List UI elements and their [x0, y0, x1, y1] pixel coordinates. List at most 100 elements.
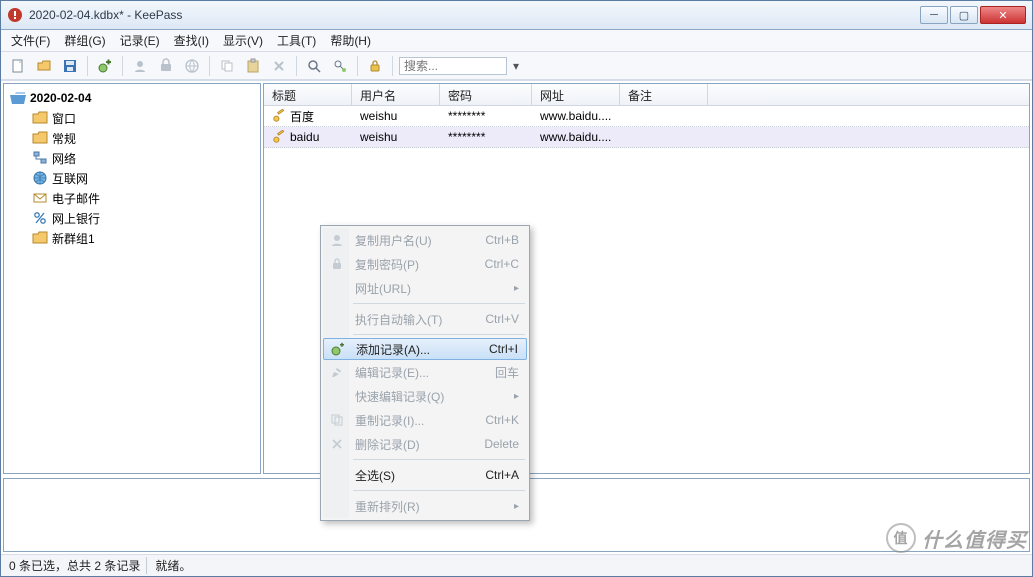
search-dropdown-icon[interactable]: ▾	[507, 59, 525, 73]
duplicate-icon	[329, 412, 345, 428]
ctx-duplicate[interactable]: 重制记录(I)... Ctrl+K	[323, 408, 527, 432]
ctx-separator	[353, 459, 525, 460]
status-selection: 0 条已选，总共 2 条记录	[9, 557, 140, 574]
minimize-button[interactable]: ─	[920, 6, 948, 24]
ctx-label: 删除记录(D)	[355, 436, 420, 453]
cell-url: www.baidu....	[532, 109, 620, 123]
folder-icon	[32, 231, 48, 245]
ctx-label: 全选(S)	[355, 467, 395, 484]
ctx-edit-entry[interactable]: 编辑记录(E)... 回车	[323, 360, 527, 384]
menu-entry[interactable]: 记录(E)	[120, 32, 160, 49]
menu-find[interactable]: 查找(I)	[174, 32, 209, 49]
list-row[interactable]: 百度 weishu ******** www.baidu....	[264, 106, 1029, 127]
email-icon	[32, 190, 48, 206]
tree-item-label: 互联网	[52, 170, 88, 187]
copy-button[interactable]	[216, 55, 238, 77]
find-entry-button[interactable]	[329, 55, 351, 77]
chevron-right-icon: ▸	[514, 283, 519, 294]
lock-icon	[329, 256, 345, 272]
globe-icon	[32, 170, 48, 186]
ctx-label: 编辑记录(E)...	[355, 364, 429, 381]
tree-root-label: 2020-02-04	[30, 91, 91, 105]
ctx-url-submenu[interactable]: 网址(URL) ▸	[323, 276, 527, 300]
menu-file[interactable]: 文件(F)	[11, 32, 50, 49]
save-button[interactable]	[59, 55, 81, 77]
add-entry-icon	[330, 341, 346, 357]
ctx-reorder-submenu[interactable]: 重新排列(R) ▸	[323, 494, 527, 518]
close-button[interactable]: ✕	[980, 6, 1026, 24]
tree-item-label: 电子邮件	[52, 190, 100, 207]
menu-tools[interactable]: 工具(T)	[277, 32, 316, 49]
ctx-autotype[interactable]: 执行自动输入(T) Ctrl+V	[323, 307, 527, 331]
ctx-select-all[interactable]: 全选(S) Ctrl+A	[323, 463, 527, 487]
ctx-shortcut: Ctrl+A	[485, 468, 519, 482]
ctx-separator	[353, 303, 525, 304]
toolbar-separator	[357, 56, 358, 76]
tree-root[interactable]: 2020-02-04	[4, 88, 260, 108]
ctx-label: 添加记录(A)...	[356, 341, 430, 358]
ctx-delete[interactable]: 删除记录(D) Delete	[323, 432, 527, 456]
col-url[interactable]: 网址	[532, 84, 620, 105]
search-input[interactable]	[399, 57, 507, 75]
col-notes[interactable]: 备注	[620, 84, 708, 105]
cell-url: www.baidu....	[532, 130, 620, 144]
col-user[interactable]: 用户名	[352, 84, 440, 105]
toolbar: ▾	[1, 52, 1032, 80]
list-header: 标题 用户名 密码 网址 备注	[264, 84, 1029, 106]
open-url-button[interactable]	[181, 55, 203, 77]
tree-item-window[interactable]: 窗口	[4, 108, 260, 128]
ctx-quickedit-submenu[interactable]: 快速编辑记录(Q) ▸	[323, 384, 527, 408]
context-menu: 复制用户名(U) Ctrl+B 复制密码(P) Ctrl+C 网址(URL) ▸…	[320, 225, 530, 521]
cell-pass: ********	[440, 109, 532, 123]
group-tree[interactable]: 2020-02-04 窗口 常规 网络 互联网 电子邮件	[3, 83, 261, 474]
ctx-shortcut: Ctrl+I	[489, 342, 518, 356]
menu-group[interactable]: 群组(G)	[64, 32, 105, 49]
tree-item-label: 常规	[52, 130, 76, 147]
window-title: 2020-02-04.kdbx* - KeePass	[29, 8, 920, 22]
menu-view[interactable]: 显示(V)	[223, 32, 263, 49]
watermark-text: 什么值得买	[922, 524, 1027, 553]
tree-item-internet[interactable]: 互联网	[4, 168, 260, 188]
copy-pass-button[interactable]	[155, 55, 177, 77]
list-row[interactable]: baidu weishu ******** www.baidu....	[264, 127, 1029, 148]
toolbar-separator	[296, 56, 297, 76]
lock-button[interactable]	[364, 55, 386, 77]
ctx-add-entry[interactable]: 添加记录(A)... Ctrl+I	[323, 338, 527, 360]
col-title[interactable]: 标题	[264, 84, 352, 105]
window-buttons: ─ ▢ ✕	[920, 6, 1026, 24]
paste-button[interactable]	[242, 55, 264, 77]
ctx-label: 复制密码(P)	[355, 256, 419, 273]
find-button[interactable]	[303, 55, 325, 77]
ctx-label: 快速编辑记录(Q)	[355, 388, 444, 405]
tree-item-network[interactable]: 网络	[4, 148, 260, 168]
new-file-button[interactable]	[7, 55, 29, 77]
status-ready: 就绪。	[146, 557, 191, 574]
ctx-copy-username[interactable]: 复制用户名(U) Ctrl+B	[323, 228, 527, 252]
ctx-shortcut: Ctrl+B	[485, 233, 519, 247]
copy-user-button[interactable]	[129, 55, 151, 77]
ctx-copy-password[interactable]: 复制密码(P) Ctrl+C	[323, 252, 527, 276]
cell-user: weishu	[352, 109, 440, 123]
watermark-badge: 值	[886, 523, 916, 553]
add-entry-button[interactable]	[94, 55, 116, 77]
maximize-button[interactable]: ▢	[950, 6, 978, 24]
network-icon	[32, 150, 48, 166]
cell-user: weishu	[352, 130, 440, 144]
tree-item-email[interactable]: 电子邮件	[4, 188, 260, 208]
tree-item-banking[interactable]: 网上银行	[4, 208, 260, 228]
ctx-label: 网址(URL)	[355, 280, 411, 297]
ctx-separator	[353, 490, 525, 491]
ctx-label: 重制记录(I)...	[355, 412, 424, 429]
tree-item-label: 网络	[52, 150, 76, 167]
delete-button[interactable]	[268, 55, 290, 77]
tree-item-general[interactable]: 常规	[4, 128, 260, 148]
menu-help[interactable]: 帮助(H)	[330, 32, 371, 49]
chevron-right-icon: ▸	[514, 391, 519, 402]
toolbar-separator	[87, 56, 88, 76]
tree-item-newgroup1[interactable]: 新群组1	[4, 228, 260, 248]
col-pass[interactable]: 密码	[440, 84, 532, 105]
titlebar: 2020-02-04.kdbx* - KeePass ─ ▢ ✕	[1, 1, 1032, 30]
toolbar-separator	[122, 56, 123, 76]
open-file-button[interactable]	[33, 55, 55, 77]
cell-pass: ********	[440, 130, 532, 144]
